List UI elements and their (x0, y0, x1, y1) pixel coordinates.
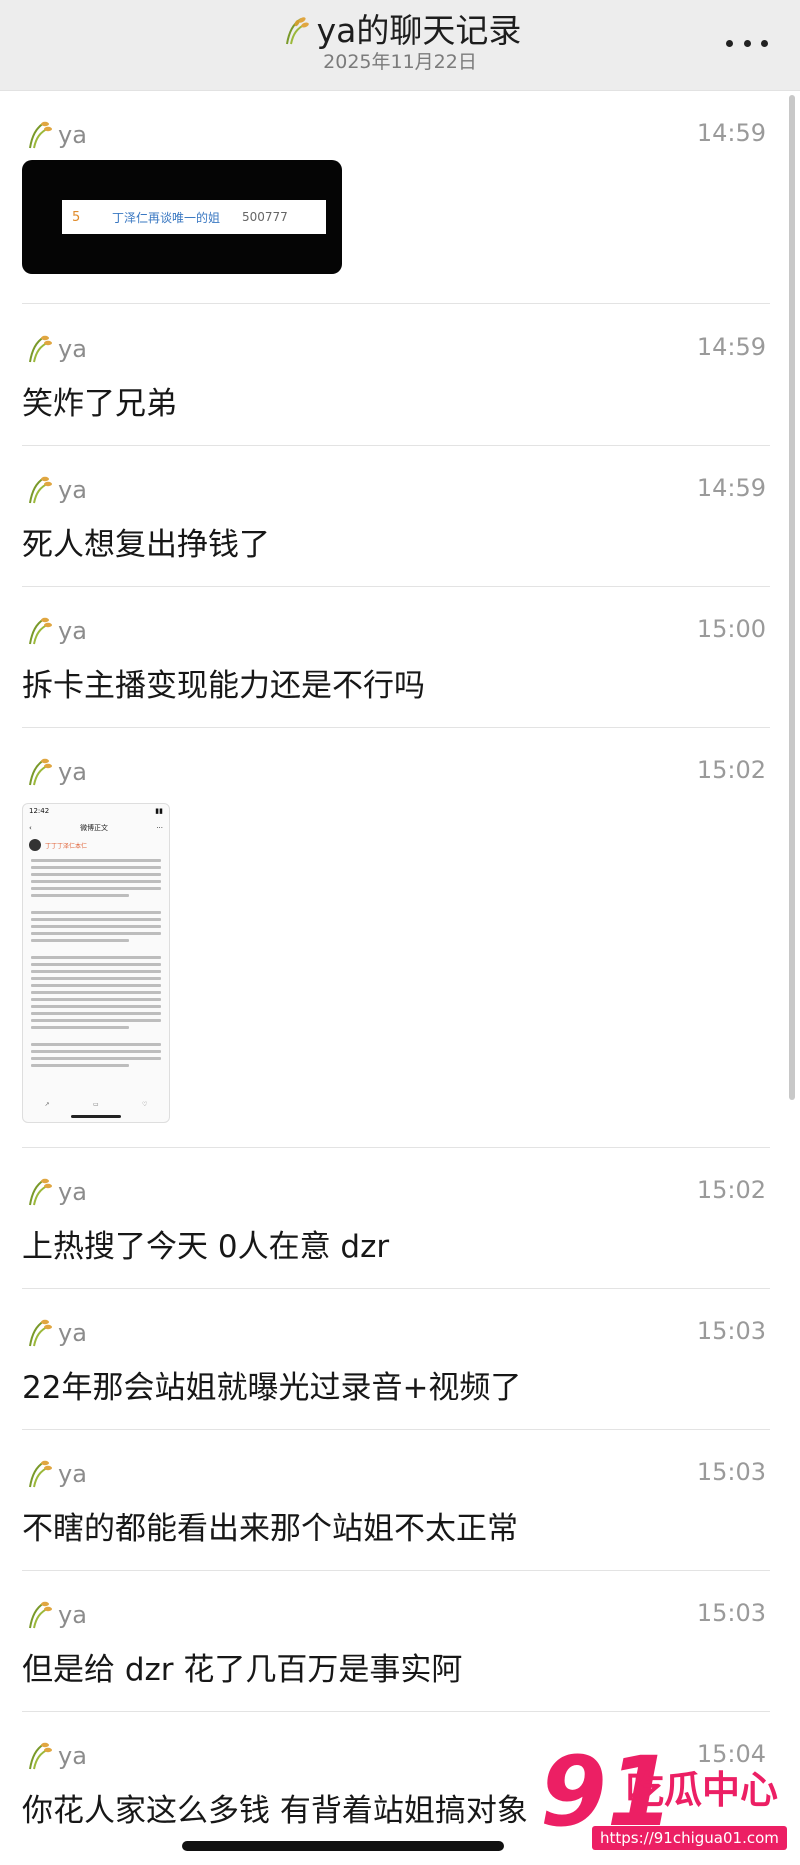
message-time: 15:02 (696, 756, 766, 784)
message-item: ya 15:02 上热搜了今天 0人在意 dzr (0, 1175, 800, 1289)
message-sender: ya (22, 332, 87, 366)
home-indicator[interactable] (182, 1841, 504, 1851)
wheat-avatar-icon (29, 335, 52, 363)
message-text: 不瞎的都能看出来那个站姐不太正常 (22, 1511, 518, 1547)
message-time: 15:00 (696, 615, 766, 643)
avatar (29, 839, 41, 851)
message-text: 但是给 dzr 花了几百万是事实阿 (22, 1652, 463, 1688)
message-time: 14:59 (696, 474, 766, 502)
message-time: 14:59 (696, 119, 766, 147)
divider (22, 445, 770, 446)
chat-history-header: ya的聊天记录 2025年11月22日 (0, 0, 800, 91)
divider (22, 586, 770, 587)
hot-topic: 丁泽仁再谈唯一的姐 (112, 210, 221, 225)
wheat-avatar-icon (29, 1319, 52, 1347)
message-text: 你花人家这么多钱 有背着站姐搞对象 (22, 1793, 528, 1829)
message-sender: ya (22, 1739, 87, 1773)
watermark-logo: 91 吃瓜中心 https://91chigua01.com (540, 1742, 790, 1855)
wheat-avatar-icon (29, 1460, 52, 1488)
message-item: ya 15:02 12:42 ▮▮ ‹ 微博正文 ··· 丁丁丁泽仁本仁 ↗ ▭ ♡ (0, 755, 800, 1148)
hot-search-image[interactable]: 5 丁泽仁再谈唯一的姐 500777 (22, 160, 342, 274)
message-item: ya 15:00 拆卡主播变现能力还是不行吗 (0, 614, 800, 728)
hot-rank: 5 (72, 209, 81, 225)
page-title: ya的聊天记录 (279, 10, 522, 52)
watermark-text: 吃瓜中心 (626, 1768, 779, 1812)
wheat-avatar-icon (29, 1178, 52, 1206)
watermark-url: https://91chigua01.com (592, 1826, 787, 1850)
divider (22, 303, 770, 304)
message-item: ya 15:03 但是给 dzr 花了几百万是事实阿 (0, 1598, 800, 1712)
message-sender: ya (22, 1316, 87, 1350)
message-text: 笑炸了兄弟 (22, 386, 177, 422)
message-sender: ya (22, 118, 87, 152)
like-icon: ♡ (141, 1101, 148, 1108)
divider (22, 1429, 770, 1430)
wheat-avatar-icon (285, 17, 309, 45)
more-options-button[interactable] (726, 28, 768, 58)
message-sender: ya (22, 1175, 87, 1209)
wheat-avatar-icon (29, 121, 52, 149)
divider (22, 1711, 770, 1712)
message-text: 拆卡主播变现能力还是不行吗 (22, 668, 425, 704)
message-time: 14:59 (696, 333, 766, 361)
wheat-avatar-icon (29, 1742, 52, 1770)
message-text: 死人想复出挣钱了 (22, 527, 270, 563)
share-icon: ↗ (44, 1101, 50, 1108)
message-sender: ya (22, 1457, 87, 1491)
divider (22, 1147, 770, 1148)
message-item: ya 15:03 不瞎的都能看出来那个站姐不太正常 (0, 1457, 800, 1571)
more-icon: ··· (156, 824, 163, 832)
wheat-avatar-icon (29, 1601, 52, 1629)
chat-date: 2025年11月22日 (323, 51, 477, 73)
weibo-screenshot-image[interactable]: 12:42 ▮▮ ‹ 微博正文 ··· 丁丁丁泽仁本仁 ↗ ▭ ♡ (22, 803, 170, 1123)
chat-title-text: ya的聊天记录 (316, 11, 522, 50)
hot-heat: 500777 (242, 210, 288, 224)
more-dots-icon (726, 39, 733, 47)
message-time: 15:03 (696, 1317, 766, 1345)
back-icon: ‹ (29, 824, 32, 832)
message-sender: ya (22, 473, 87, 507)
divider (22, 1288, 770, 1289)
message-item: ya 14:59 笑炸了兄弟 (0, 332, 800, 446)
wheat-avatar-icon (29, 617, 52, 645)
message-sender: ya (22, 1598, 87, 1632)
message-item: ya 14:59 5 丁泽仁再谈唯一的姐 500777 (0, 118, 800, 304)
message-time: 15:02 (696, 1176, 766, 1204)
message-text: 上热搜了今天 0人在意 dzr (22, 1229, 390, 1265)
divider (22, 1570, 770, 1571)
divider (22, 727, 770, 728)
message-time: 15:03 (696, 1458, 766, 1486)
wheat-avatar-icon (29, 758, 52, 786)
message-item: ya 15:03 22年那会站姐就曝光过录音+视频了 (0, 1316, 800, 1430)
message-time: 15:03 (696, 1599, 766, 1627)
wheat-avatar-icon (29, 476, 52, 504)
message-sender: ya (22, 614, 87, 648)
comment-icon: ▭ (92, 1101, 99, 1108)
message-text: 22年那会站姐就曝光过录音+视频了 (22, 1370, 522, 1406)
message-item: ya 14:59 死人想复出挣钱了 (0, 473, 800, 587)
message-sender: ya (22, 755, 87, 789)
